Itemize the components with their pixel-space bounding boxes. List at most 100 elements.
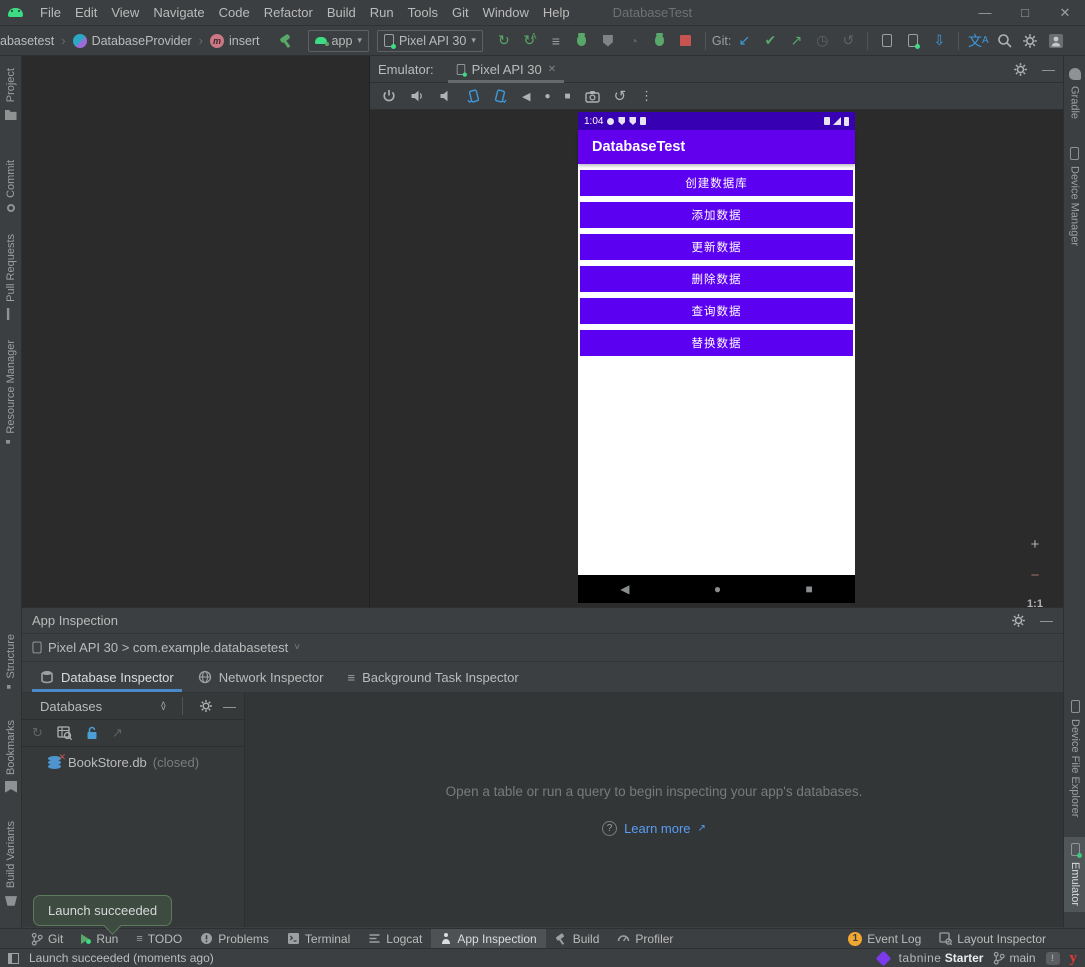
sidebar-item-pull-requests[interactable]: Pull Requests xyxy=(0,228,22,326)
toolwindow-switcher-icon[interactable] xyxy=(8,952,19,964)
toolwindow-run[interactable]: Run xyxy=(72,929,127,949)
menu-navigate[interactable]: Navigate xyxy=(146,5,211,20)
toolwindow-todo[interactable]: ≡ TODO xyxy=(127,929,191,949)
menu-view[interactable]: View xyxy=(104,5,146,20)
toolwindow-profiler[interactable]: Profiler xyxy=(608,929,682,949)
toolwindow-app-inspection[interactable]: App Inspection xyxy=(431,928,546,949)
collapse-all-icon[interactable]: ˄ ˅ xyxy=(161,700,166,713)
keep-connections-lock-icon[interactable] xyxy=(86,726,98,740)
toolwindow-logcat[interactable]: Logcat xyxy=(359,929,431,949)
zoom-out-button[interactable]: − xyxy=(1031,567,1040,584)
debug-button[interactable] xyxy=(569,29,595,53)
database-tree-item[interactable]: ✕ BookStore.db (closed) xyxy=(22,747,244,770)
menu-file[interactable]: File xyxy=(33,5,68,20)
stop-button[interactable] xyxy=(673,29,699,53)
run-query-icon[interactable] xyxy=(57,726,72,740)
rerun-button[interactable]: ↻ xyxy=(491,29,517,53)
more-options-kebab-icon[interactable]: ⋮ xyxy=(640,88,653,104)
toolwindow-git[interactable]: Git xyxy=(22,929,72,949)
apply-changes-button[interactable]: ↻ A xyxy=(517,29,543,53)
breadcrumb-method[interactable]: insert xyxy=(229,34,260,48)
toolwindow-layout-inspector[interactable]: Layout Inspector xyxy=(930,929,1055,949)
menu-git[interactable]: Git xyxy=(445,5,476,20)
phone-recents-button[interactable]: ■ xyxy=(806,582,813,596)
databases-gear-icon[interactable] xyxy=(199,699,213,713)
menu-build[interactable]: Build xyxy=(320,5,363,20)
toolwindow-build[interactable]: Build xyxy=(546,929,609,949)
window-minimize-icon[interactable]: — xyxy=(965,0,1005,25)
settings-gear-button[interactable] xyxy=(1017,29,1043,53)
notifications-icon[interactable]: ! xyxy=(1045,951,1060,965)
emulator-panel-minimize-icon[interactable]: — xyxy=(1042,62,1055,77)
window-maximize-icon[interactable]: □ xyxy=(1005,0,1045,25)
inspection-minimize-icon[interactable]: — xyxy=(1040,613,1053,628)
sidebar-item-device-manager[interactable]: Device Manager xyxy=(1064,141,1085,252)
translate-button[interactable]: 文A xyxy=(965,29,991,53)
device-manager-button[interactable] xyxy=(900,29,926,53)
breadcrumb-module[interactable]: abasetest xyxy=(0,34,54,48)
git-branch-widget[interactable]: main xyxy=(993,951,1036,965)
device-dropdown[interactable]: Pixel API 30 ▾ xyxy=(376,29,483,52)
git-update-button[interactable]: ↙ xyxy=(731,29,757,53)
databases-minimize-icon[interactable]: — xyxy=(223,699,236,714)
profile-avatar[interactable] xyxy=(1043,29,1069,53)
breadcrumb-class[interactable]: DatabaseProvider xyxy=(92,34,192,48)
sidebar-item-build-variants[interactable]: Build Variants xyxy=(0,815,22,912)
menu-help[interactable]: Help xyxy=(536,5,577,20)
rotate-right-button[interactable] xyxy=(494,89,508,103)
process-selector[interactable]: Pixel API 30 > com.example.databasetest … xyxy=(22,634,1063,662)
menu-edit[interactable]: Edit xyxy=(68,5,104,20)
add-data-button[interactable]: 添加数据 xyxy=(580,202,853,228)
snapshots-button[interactable]: ↺ xyxy=(614,87,627,105)
phone-home-button[interactable]: ● xyxy=(714,582,721,596)
attach-debugger-button[interactable] xyxy=(647,29,673,53)
avd-manager-button[interactable] xyxy=(874,29,900,53)
rotate-left-button[interactable] xyxy=(466,89,480,103)
export-icon[interactable]: ↗ xyxy=(112,725,123,741)
toolwindow-event-log[interactable]: 1 Event Log xyxy=(839,929,930,949)
tab-network-inspector[interactable]: Network Inspector xyxy=(186,662,336,692)
sidebar-item-emulator[interactable]: Emulator xyxy=(1064,837,1085,913)
tabnine-widget[interactable]: tabnine Starter xyxy=(899,951,984,965)
emulator-overview-button[interactable]: ■ xyxy=(565,91,571,102)
inspection-settings-gear-icon[interactable] xyxy=(1011,613,1026,628)
query-data-button[interactable]: 查询数据 xyxy=(580,298,853,324)
sidebar-item-structure[interactable]: Structure xyxy=(0,628,22,700)
zoom-in-button[interactable]: + xyxy=(1031,536,1040,553)
delete-data-button[interactable]: 删除数据 xyxy=(580,266,853,292)
editor-area[interactable] xyxy=(22,56,370,607)
emulator-home-button[interactable]: ● xyxy=(544,91,550,102)
git-history-button[interactable]: ◷ xyxy=(809,29,835,53)
menu-window[interactable]: Window xyxy=(476,5,536,20)
volume-down-button[interactable] xyxy=(438,89,452,103)
tab-close-icon[interactable]: ✕ xyxy=(548,64,556,75)
git-push-button[interactable]: ↗ xyxy=(783,29,809,53)
build-hammer-icon[interactable] xyxy=(278,34,294,48)
tab-background-task-inspector[interactable]: ≡ Background Task Inspector xyxy=(336,662,531,692)
volume-up-button[interactable] xyxy=(410,89,424,103)
emulator-back-button[interactable]: ◀ xyxy=(522,90,530,103)
apply-code-changes-button[interactable]: ≡ xyxy=(543,29,569,53)
git-rollback-button[interactable]: ↺ xyxy=(835,29,861,53)
coverage-button[interactable] xyxy=(595,29,621,53)
search-everywhere-button[interactable] xyxy=(991,29,1017,53)
phone-back-button[interactable]: ◀ xyxy=(620,582,629,596)
toolwindow-problems[interactable]: Problems xyxy=(191,929,278,949)
sidebar-item-commit[interactable]: Commit xyxy=(0,154,22,218)
menu-refactor[interactable]: Refactor xyxy=(257,5,320,20)
tab-database-inspector[interactable]: Database Inspector xyxy=(28,662,186,692)
sidebar-item-bookmarks[interactable]: Bookmarks xyxy=(0,714,22,799)
power-button[interactable] xyxy=(382,89,396,103)
plugin-y-icon[interactable]: y xyxy=(1070,950,1078,967)
run-configuration-dropdown[interactable]: app ▾ xyxy=(307,29,369,52)
menu-code[interactable]: Code xyxy=(212,5,257,20)
toolwindow-terminal[interactable]: Terminal xyxy=(278,929,359,949)
sdk-manager-button[interactable]: ⇩ xyxy=(926,29,952,53)
update-data-button[interactable]: 更新数据 xyxy=(580,234,853,260)
sidebar-item-device-file-explorer[interactable]: Device File Explorer xyxy=(1064,694,1085,823)
menu-tools[interactable]: Tools xyxy=(401,5,445,20)
sidebar-item-project[interactable]: Project xyxy=(0,62,22,126)
profiler-button[interactable]: ◔ xyxy=(621,29,647,53)
screenshot-camera-button[interactable] xyxy=(584,90,600,103)
create-database-button[interactable]: 创建数据库 xyxy=(580,170,853,196)
